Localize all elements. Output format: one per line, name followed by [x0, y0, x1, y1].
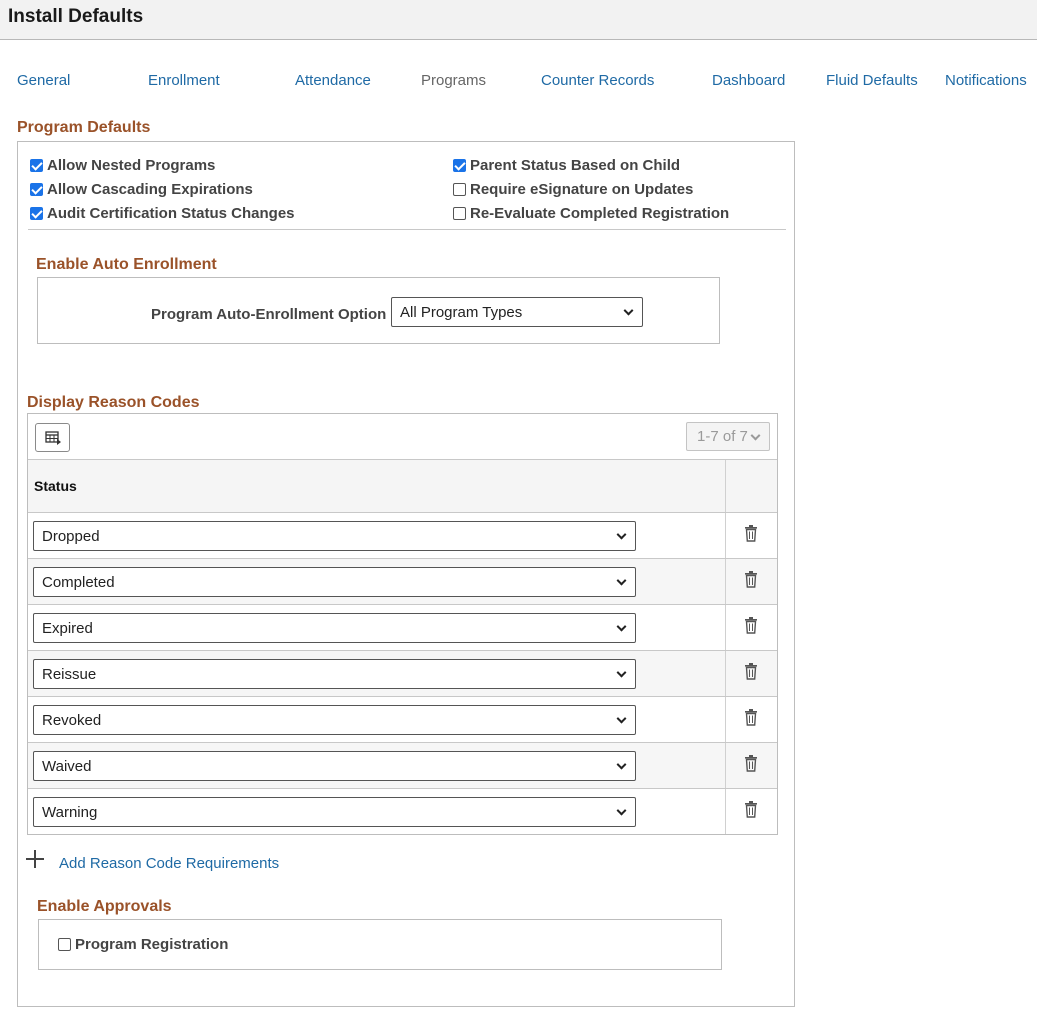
auto-enrollment-label: Program Auto-Enrollment Option: [151, 306, 387, 323]
tab-fluid-defaults[interactable]: Fluid Defaults: [826, 72, 918, 89]
checkbox-checked-icon[interactable]: [453, 159, 466, 172]
trash-icon[interactable]: [744, 663, 758, 680]
checkbox-label: Program Registration: [75, 936, 229, 953]
re-evaluate-completed-registration-checkbox[interactable]: Re-Evaluate Completed Registration: [453, 205, 729, 222]
allow-cascading-expirations-checkbox[interactable]: Allow Cascading Expirations: [30, 181, 253, 198]
column-header-status: Status: [34, 478, 77, 494]
tab-notifications[interactable]: Notifications: [945, 72, 1027, 89]
trash-icon[interactable]: [744, 525, 758, 542]
table-row: Expired: [28, 605, 777, 650]
delete-cell: [725, 697, 726, 742]
select-value: All Program Types: [400, 303, 523, 321]
chevron-down-icon: [616, 805, 627, 816]
status-select[interactable]: Waived: [33, 751, 636, 781]
table-row: Waived: [28, 743, 777, 788]
checkbox-label: Require eSignature on Updates: [470, 181, 694, 198]
require-esignature-checkbox[interactable]: Require eSignature on Updates: [453, 181, 693, 198]
divider: [28, 229, 786, 230]
table-row: Reissue: [28, 651, 777, 696]
select-value: Reissue: [42, 665, 97, 683]
delete-cell: [725, 651, 726, 696]
tab-dashboard[interactable]: Dashboard: [712, 72, 785, 89]
tab-programs: Programs: [421, 72, 487, 89]
select-value: Dropped: [42, 527, 100, 545]
grid-personalize-icon: [45, 431, 61, 445]
program-registration-checkbox[interactable]: Program Registration: [58, 936, 228, 953]
table-row: Warning: [28, 789, 777, 834]
tab-attendance[interactable]: Attendance: [295, 72, 371, 89]
select-value: Warning: [42, 803, 98, 821]
select-value: Expired: [42, 619, 93, 637]
chevron-down-icon: [616, 529, 627, 540]
status-select[interactable]: Expired: [33, 613, 636, 643]
checkbox-label: Parent Status Based on Child: [470, 157, 681, 174]
pagination-text: 1-7 of 7: [697, 428, 748, 445]
table-row: Completed: [28, 559, 777, 604]
page-title: Install Defaults: [8, 6, 144, 27]
trash-icon[interactable]: [744, 755, 758, 772]
chevron-down-icon: [616, 575, 627, 586]
column-header-actions: [725, 460, 726, 512]
delete-cell: [725, 513, 726, 558]
delete-cell: [725, 789, 726, 834]
checkbox-label: Allow Cascading Expirations: [47, 181, 253, 198]
approvals-title: Enable Approvals: [37, 898, 172, 915]
checkbox-checked-icon[interactable]: [30, 159, 43, 172]
status-select[interactable]: Warning: [33, 797, 636, 827]
status-select[interactable]: Dropped: [33, 521, 636, 551]
delete-cell: [725, 743, 726, 788]
trash-icon[interactable]: [744, 709, 758, 726]
delete-cell: [725, 559, 726, 604]
trash-icon[interactable]: [744, 801, 758, 818]
checkbox-label: Re-Evaluate Completed Registration: [470, 205, 730, 222]
table-row: Revoked: [28, 697, 777, 742]
checkbox-checked-icon[interactable]: [30, 207, 43, 220]
tab-counter-records[interactable]: Counter Records: [541, 72, 654, 89]
add-reason-code-link[interactable]: Add Reason Code Requirements: [59, 855, 279, 872]
select-value: Completed: [42, 573, 115, 591]
chevron-down-icon: [616, 759, 627, 770]
delete-cell: [725, 605, 726, 650]
chevron-down-icon: [616, 713, 627, 724]
page-header: Install Defaults: [0, 0, 1037, 40]
grid-header: Status: [28, 460, 777, 512]
table-row: Dropped: [28, 513, 777, 558]
audit-certification-status-checkbox[interactable]: Audit Certification Status Changes: [30, 205, 295, 222]
checkbox-unchecked-icon[interactable]: [453, 207, 466, 220]
pagination-select: 1-7 of 7: [686, 422, 770, 451]
status-select[interactable]: Completed: [33, 567, 636, 597]
select-value: Revoked: [42, 711, 102, 729]
checkbox-label: Allow Nested Programs: [47, 157, 216, 174]
reason-codes-title: Display Reason Codes: [27, 394, 200, 411]
checkbox-unchecked-icon[interactable]: [453, 183, 466, 196]
auto-enrollment-select[interactable]: All Program Types: [391, 297, 643, 327]
auto-enrollment-title: Enable Auto Enrollment: [36, 256, 217, 273]
tab-bar: General Enrollment Attendance Programs C…: [0, 72, 1037, 94]
tab-enrollment[interactable]: Enrollment: [148, 72, 220, 89]
chevron-down-icon: [616, 621, 627, 632]
allow-nested-programs-checkbox[interactable]: Allow Nested Programs: [30, 157, 215, 174]
checkbox-label: Audit Certification Status Changes: [47, 205, 295, 222]
program-defaults-title: Program Defaults: [17, 119, 151, 136]
trash-icon[interactable]: [744, 571, 758, 588]
chevron-down-icon: [616, 667, 627, 678]
status-select[interactable]: Reissue: [33, 659, 636, 689]
grid-personalize-button[interactable]: [35, 423, 70, 452]
chevron-down-icon: [750, 430, 761, 441]
plus-icon[interactable]: [26, 850, 44, 868]
trash-icon[interactable]: [744, 617, 758, 634]
tab-general[interactable]: General: [17, 72, 70, 89]
select-value: Waived: [42, 757, 92, 775]
parent-status-based-on-child-checkbox[interactable]: Parent Status Based on Child: [453, 157, 680, 174]
status-select[interactable]: Revoked: [33, 705, 636, 735]
checkbox-unchecked-icon[interactable]: [58, 938, 71, 951]
checkbox-checked-icon[interactable]: [30, 183, 43, 196]
chevron-down-icon: [623, 305, 634, 316]
